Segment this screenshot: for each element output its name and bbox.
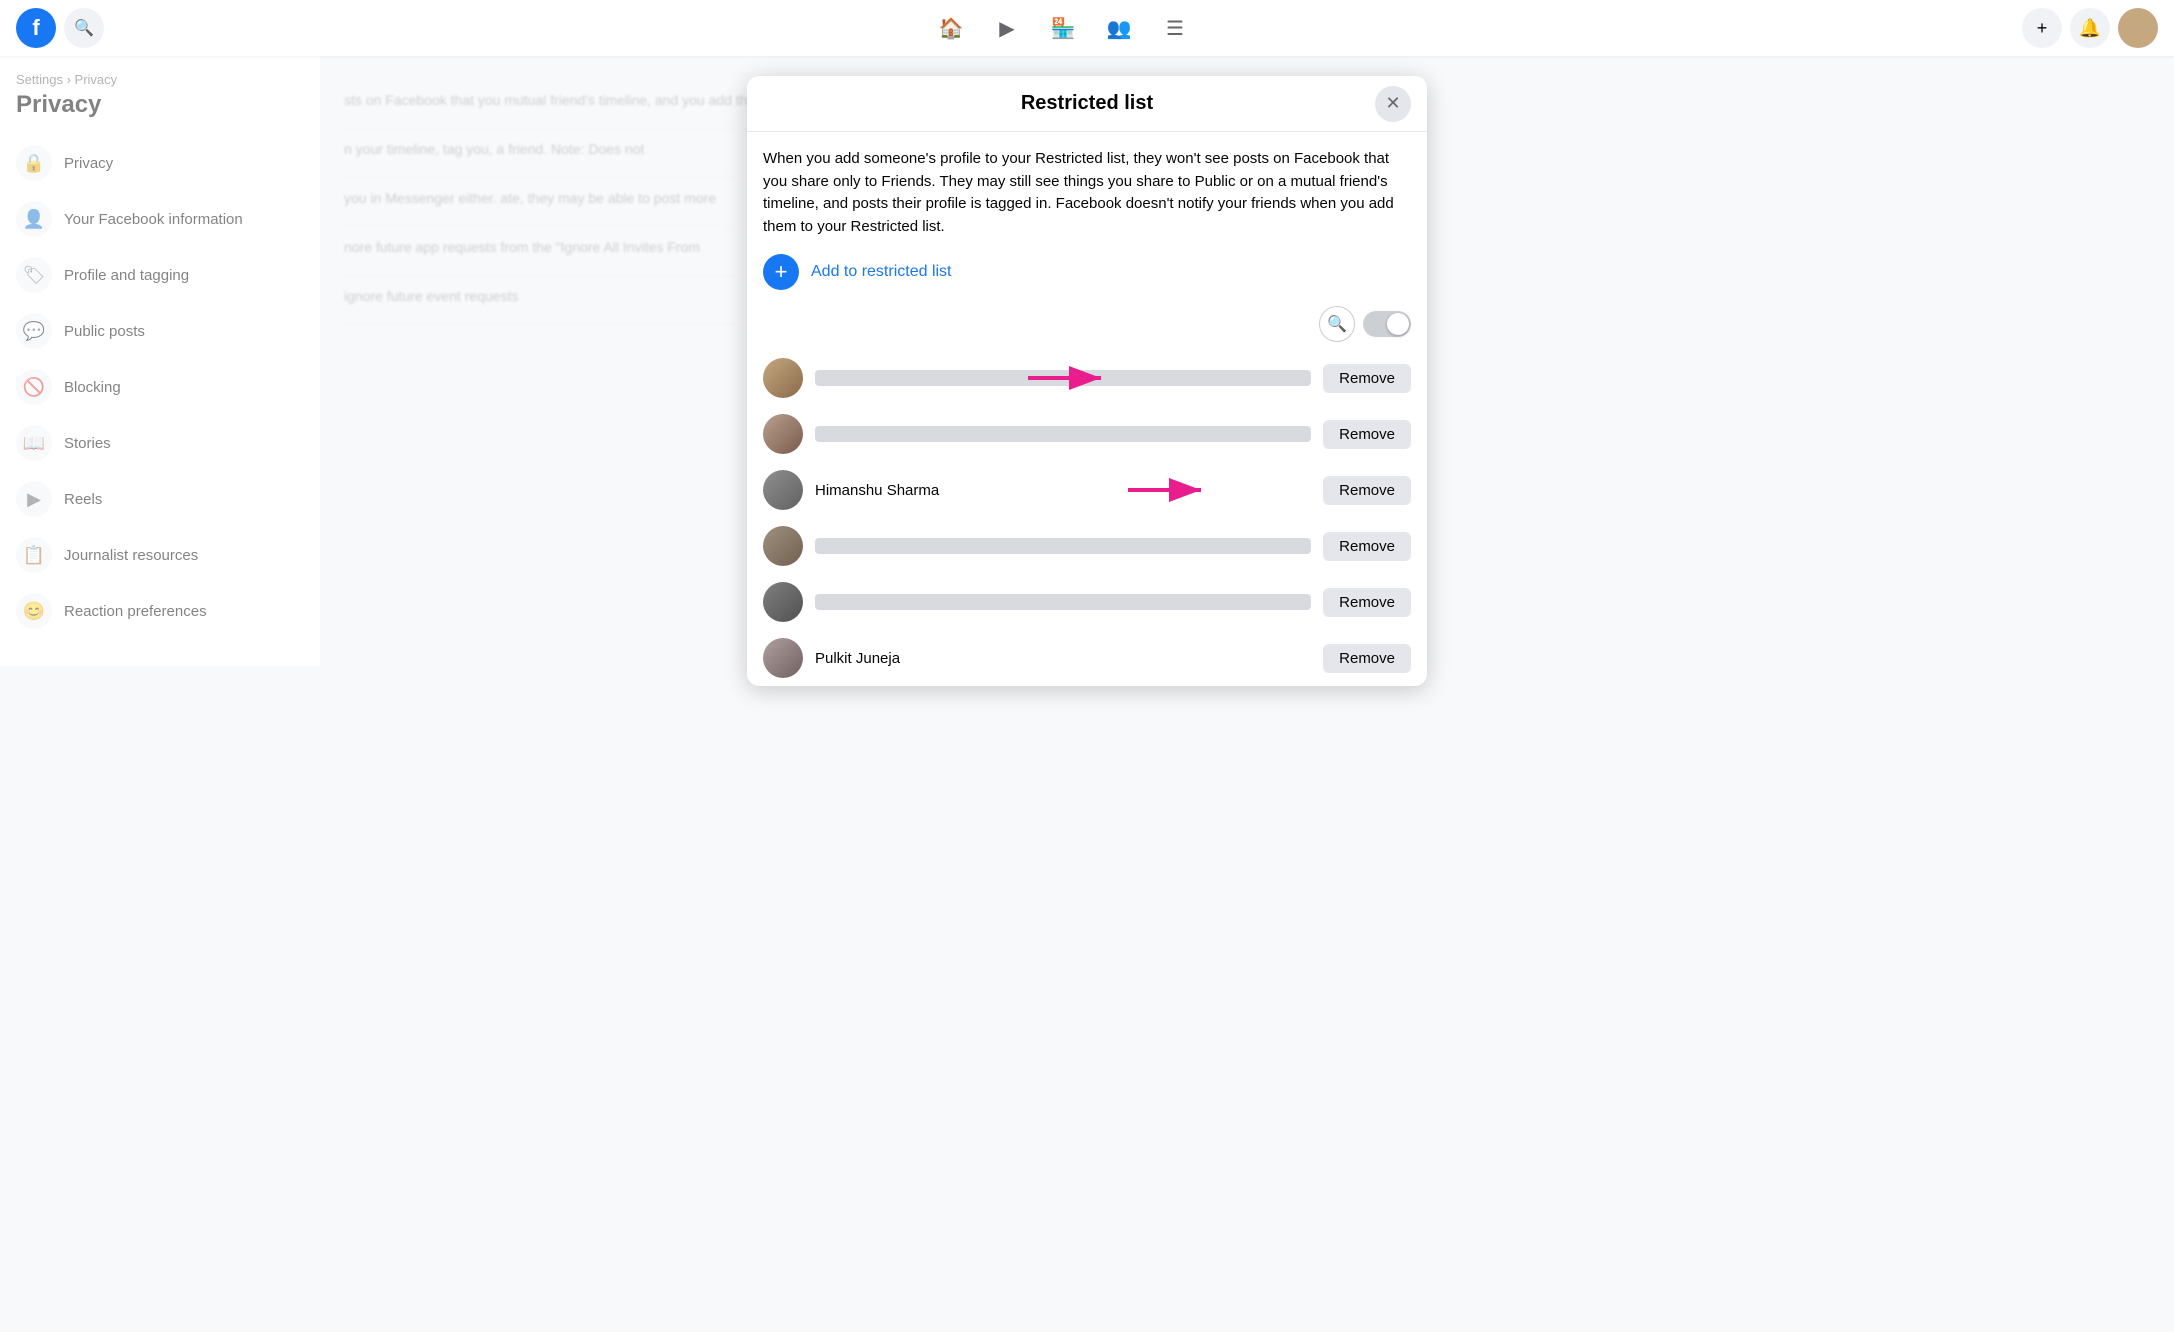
home-icon: 🏠 [939,16,964,41]
arrow-indicator-1 [1023,363,1113,393]
remove-button[interactable]: Remove [1323,644,1411,673]
avatar [763,414,803,454]
avatar [763,358,803,398]
modal-description: When you add someone's profile to your R… [763,148,1411,238]
groups-nav-button[interactable]: 👥 [1095,4,1143,52]
top-navigation: f 🔍 🏠 ▶ 🏪 👥 ☰ + 🔔 [0,0,2174,56]
add-restricted-button[interactable]: + Add to restricted list [763,254,1411,290]
remove-button[interactable]: Remove [1323,364,1411,393]
avatar [763,526,803,566]
person-name: Pulkit Juneja [815,650,1311,667]
modal-body: When you add someone's profile to your R… [747,132,1427,686]
modal-header: Restricted list ✕ [747,76,1427,132]
add-button[interactable]: + [2022,8,2062,48]
modal-close-button[interactable]: ✕ [1375,86,1411,122]
modal-backdrop: Restricted list ✕ When you add someone's… [0,56,2174,1332]
bell-icon: 🔔 [2079,18,2101,39]
nav-center-icons: 🏠 ▶ 🏪 👥 ☰ [104,4,2022,52]
search-toggle-pill[interactable] [1363,311,1411,337]
avatar [763,470,803,510]
list-item: Pulkit Juneja Remove [763,630,1411,686]
modal-title: Restricted list [1021,92,1153,115]
list-item: Remove [763,350,1411,406]
search-icon-circle[interactable]: 🔍 [1319,306,1355,342]
facebook-logo[interactable]: f [16,8,56,48]
list-item: Remove [763,518,1411,574]
remove-button[interactable]: Remove [1323,420,1411,449]
list-item: Remove [763,406,1411,462]
add-restricted-label: Add to restricted list [811,263,952,281]
avatar [763,582,803,622]
video-icon: ▶ [999,16,1014,41]
remove-label: Remove [1339,426,1395,443]
person-name: Himanshu Sharma [815,482,1311,499]
profile-avatar[interactable] [2118,8,2158,48]
marketplace-icon: 🏪 [1051,16,1076,41]
nav-right-actions: + 🔔 [2022,8,2158,48]
search-toggle-area: 🔍 [763,306,1411,342]
remove-button[interactable]: Remove [1323,532,1411,561]
home-nav-button[interactable]: 🏠 [927,4,975,52]
menu-nav-button[interactable]: ☰ [1151,4,1199,52]
search-button[interactable]: 🔍 [64,8,104,48]
restricted-list-modal: Restricted list ✕ When you add someone's… [747,76,1427,686]
toggle-pill-thumb [1387,313,1409,335]
avatar [763,638,803,678]
list-item: Remove [763,574,1411,630]
close-icon: ✕ [1385,93,1400,114]
add-circle-icon: + [763,254,799,290]
blurred-name [815,426,1311,442]
blurred-name [815,538,1311,554]
remove-label: Remove [1339,650,1395,667]
groups-icon: 👥 [1107,16,1132,41]
remove-button[interactable]: Remove [1323,476,1411,505]
notifications-button[interactable]: 🔔 [2070,8,2110,48]
restricted-list: Remove Remove [763,350,1411,686]
search-magnify-icon: 🔍 [1327,314,1347,334]
arrow-indicator-3 [1123,475,1213,505]
remove-label: Remove [1339,482,1395,499]
menu-icon: ☰ [1166,16,1184,41]
list-item: Himanshu Sharma Remove [763,462,1411,518]
remove-label: Remove [1339,370,1395,387]
marketplace-nav-button[interactable]: 🏪 [1039,4,1087,52]
remove-label: Remove [1339,594,1395,611]
search-icon: 🔍 [74,18,94,38]
remove-label: Remove [1339,538,1395,555]
blurred-name [815,594,1311,610]
remove-button[interactable]: Remove [1323,588,1411,617]
video-nav-button[interactable]: ▶ [983,4,1031,52]
